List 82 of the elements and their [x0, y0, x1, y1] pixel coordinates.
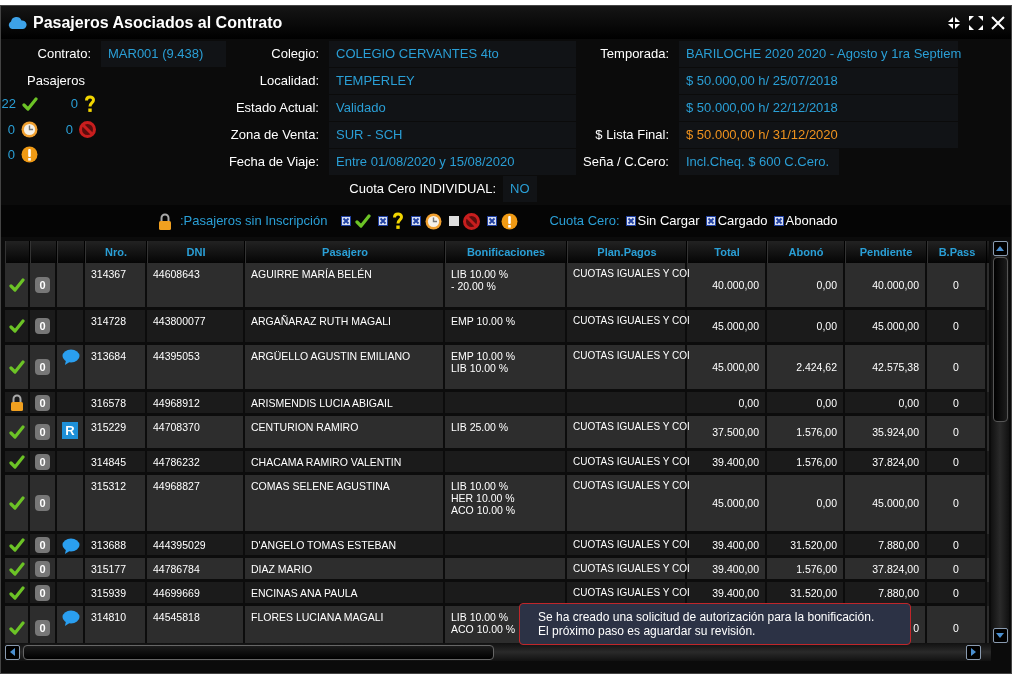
- expand-icon[interactable]: [969, 15, 983, 30]
- speech-bubble-icon[interactable]: [62, 610, 80, 627]
- count-badge: 0: [35, 359, 50, 375]
- checkbox[interactable]: [411, 216, 422, 226]
- field-label: Contrato:: [36, 45, 92, 63]
- count-badge: 0: [35, 453, 50, 470]
- count-badge: 0: [35, 318, 50, 334]
- field-value: NO: [503, 176, 537, 202]
- no-entry-icon: [463, 212, 481, 230]
- left-arrow-icon: [10, 648, 15, 656]
- field-value: SUR - SCH: [329, 122, 576, 148]
- field-label: Seña / C.Cero:: [582, 153, 670, 171]
- field-label: Zona de Venta:: [229, 126, 320, 144]
- field-label: $ Lista Final:: [594, 126, 670, 144]
- window-title: Pasajeros Asociados al Contrato: [33, 12, 283, 33]
- field-value: COLEGIO CERVANTES 4to: [329, 41, 576, 67]
- count-value: 0: [7, 120, 15, 139]
- field-label: Cuota Cero INDIVIDUAL:: [348, 180, 497, 198]
- clock-icon: [425, 212, 443, 230]
- checkbox[interactable]: [449, 216, 460, 226]
- field-value: $ 50.000,00 h/ 22/12/2018: [679, 95, 958, 121]
- checkbox[interactable]: [625, 216, 636, 226]
- scroll-up-button[interactable]: [992, 241, 1008, 256]
- scroll-right-button[interactable]: [966, 644, 981, 660]
- field-label: Fecha de Viaje:: [227, 153, 320, 171]
- field-label: Localidad:: [258, 72, 320, 90]
- field-value: MAR001 (9.438): [101, 41, 226, 67]
- count-badge: 0: [35, 277, 50, 293]
- checkbox[interactable]: [341, 216, 352, 226]
- field-label: Temporada:: [599, 45, 670, 63]
- check-icon: [355, 214, 372, 228]
- count-value: 0: [65, 120, 73, 139]
- speech-bubble-icon[interactable]: [62, 349, 80, 366]
- legend-label: Cuota Cero:: [549, 212, 620, 231]
- down-arrow-icon: [996, 633, 1004, 638]
- up-arrow-icon: [996, 246, 1004, 251]
- count-badge: 0: [35, 536, 50, 553]
- compress-icon[interactable]: [947, 15, 961, 30]
- clock-icon: [21, 120, 38, 138]
- scrollbar-thumb[interactable]: [992, 257, 1008, 422]
- close-icon[interactable]: [991, 15, 1005, 30]
- scroll-down-button[interactable]: [992, 628, 1008, 643]
- speech-bubble-icon[interactable]: [62, 538, 80, 555]
- field-value: $ 50.000,00 h/ 25/07/2018: [679, 68, 958, 94]
- letter-tag: R: [62, 422, 78, 439]
- field-label: Estado Actual:: [234, 99, 320, 117]
- question-icon: [84, 94, 96, 113]
- count-value: 0: [70, 95, 78, 113]
- check-icon: [22, 96, 38, 111]
- checkbox-label: Sin Cargar: [637, 212, 700, 231]
- no-entry-icon: [79, 120, 96, 138]
- count-badge: 0: [35, 495, 50, 511]
- checkbox[interactable]: [487, 216, 498, 226]
- checkbox-label: Abonado: [785, 212, 838, 231]
- lock-icon: [158, 212, 172, 230]
- alert-icon: [501, 212, 519, 230]
- count-badge: 0: [35, 560, 50, 577]
- cloud-icon: [7, 15, 27, 30]
- right-arrow-icon: [971, 648, 976, 656]
- section-title: Pasajeros: [26, 72, 86, 90]
- scrollbar-thumb[interactable]: [23, 644, 494, 660]
- field-value: Incl.Cheq. $ 600 C.Cero.: [679, 149, 840, 175]
- notification-message: Se ha creado una solicitud de autorización para la bonificación. El próximo paso es aguardar su revisión.: [519, 603, 911, 645]
- field-value: Entre 01/08/2020 y 15/08/2020: [329, 149, 576, 175]
- field-value: TEMPERLEY: [329, 68, 576, 94]
- question-icon: [392, 212, 405, 230]
- scroll-left-button[interactable]: [5, 644, 20, 660]
- checkbox[interactable]: [705, 216, 716, 226]
- count-value: 22: [1, 95, 16, 113]
- count-badge: 0: [35, 394, 50, 411]
- count-value: 0: [7, 146, 15, 164]
- alert-icon: [21, 146, 38, 164]
- checkbox[interactable]: [773, 216, 784, 226]
- field-label: Colegio:: [270, 45, 320, 63]
- count-badge: 0: [35, 620, 50, 636]
- checkbox[interactable]: [378, 216, 389, 226]
- legend-label: :Pasajeros sin Inscripción: [180, 212, 328, 231]
- field-value: Validado: [329, 95, 576, 121]
- count-badge: 0: [35, 584, 50, 601]
- field-value: $ 50.000,00 h/ 31/12/2020: [679, 122, 958, 148]
- count-badge: 0: [35, 424, 50, 440]
- checkbox-label: Cargado: [717, 212, 768, 231]
